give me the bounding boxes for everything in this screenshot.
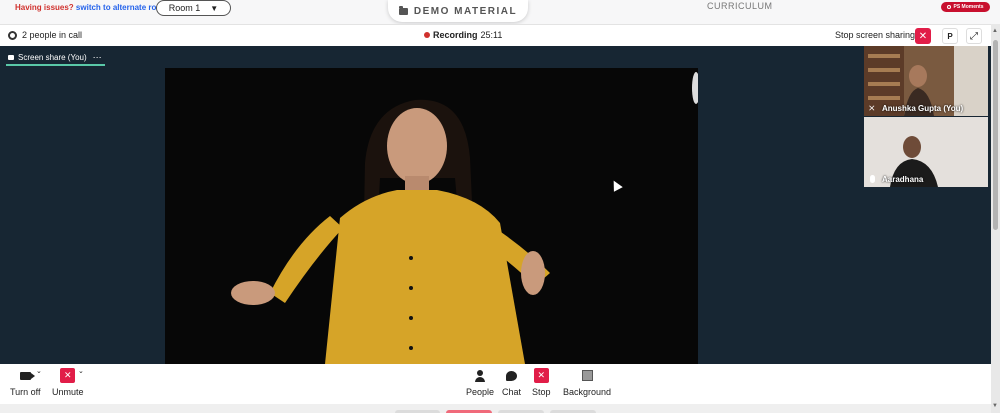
record-dot-icon [947, 5, 952, 9]
background-icon [581, 370, 593, 381]
monitor-icon [8, 54, 14, 60]
participant-name: Anushka Gupta (You) [882, 104, 964, 113]
participant-tile[interactable]: ⨯ Anushka Gupta (You) [864, 46, 988, 116]
demo-material-button[interactable]: DEMO MATERIAL [388, 0, 528, 22]
screen-share-label: Screen share (You) [18, 52, 87, 62]
expand-icon[interactable]: ⤢ [966, 28, 982, 44]
background-button[interactable]: Background [563, 367, 611, 397]
call-header: 2 people in call Recording 25:11 Stop sc… [0, 24, 991, 46]
issues-text: Having issues? [15, 3, 74, 12]
chat-label: Chat [502, 387, 522, 397]
room-select[interactable]: Room 1 ▼ [156, 0, 231, 16]
recording-time: 25:11 [480, 30, 503, 40]
mic-icon [870, 175, 875, 183]
recording-label: Recording [433, 30, 478, 40]
shared-video-figure [165, 68, 698, 364]
people-count: 2 people in call [22, 30, 83, 40]
mic-off-icon: ⨯ [868, 103, 876, 113]
video-stage: Screen share (You) ⋯ ⨯ Anushka Gupta (Yo… [0, 46, 991, 364]
participant-name: Aaradhana [882, 175, 924, 184]
caret-down-icon: ▼ [210, 3, 219, 13]
p-button[interactable]: P [942, 28, 958, 44]
folder-icon [398, 5, 408, 15]
gear-icon[interactable] [8, 31, 17, 40]
stop-label: Stop [532, 387, 551, 397]
chevron-down-icon[interactable]: ⌄ [36, 367, 42, 375]
stop-sharing-label: Stop screen sharing [835, 30, 916, 40]
stop-share-button[interactable]: ✕ Stop [532, 367, 551, 397]
recording-dot-icon [424, 32, 430, 38]
participant-tile[interactable]: Aaradhana [864, 117, 988, 187]
screen-share-tab[interactable]: Screen share (You) ⋯ [6, 50, 105, 66]
alternate-room-link[interactable]: switch to alternate room [76, 3, 168, 12]
curriculum-tab[interactable]: CURRICULUM [707, 1, 773, 11]
top-bar: Having issues? switch to alternate room … [0, 0, 1000, 24]
bottom-strip [0, 404, 991, 413]
stop-sharing-button[interactable]: ✕ [915, 28, 931, 44]
scroll-up-icon[interactable]: ▲ [992, 28, 998, 34]
turn-off-label: Turn off [10, 387, 41, 397]
shared-screen-video [165, 68, 698, 364]
chevron-down-icon[interactable]: ⌄ [78, 367, 84, 375]
call-controls: Turn off ⌄ ✕ Unmute ⌄ People Chat ✕ Stop… [0, 364, 991, 404]
page-scrollbar[interactable]: ▲ ▼ [991, 24, 1000, 413]
more-icon[interactable]: ⋯ [93, 52, 103, 63]
chat-button[interactable]: Chat [502, 367, 521, 397]
chat-icon [506, 370, 517, 381]
ps-moments-button[interactable]: PS Moments [941, 2, 990, 12]
stop-share-icon: ✕ [533, 368, 549, 383]
camera-icon [19, 371, 35, 380]
scroll-thumb[interactable] [993, 40, 998, 230]
people-label: People [466, 387, 495, 397]
recording-indicator: Recording 25:11 [424, 30, 502, 40]
issues-message: Having issues? switch to alternate room [15, 3, 168, 13]
background-label: Background [563, 387, 612, 397]
unmute-label: Unmute [52, 387, 84, 397]
mic-off-icon: ✕ [60, 368, 76, 383]
close-icon: ✕ [918, 30, 928, 42]
room-select-label: Room 1 [168, 3, 201, 13]
people-button[interactable]: People [466, 367, 494, 397]
person-icon [475, 369, 486, 382]
ps-moments-label: PS Moments [953, 4, 984, 10]
scroll-down-icon[interactable]: ▼ [992, 403, 998, 409]
demo-material-label: DEMO MATERIAL [413, 5, 518, 17]
